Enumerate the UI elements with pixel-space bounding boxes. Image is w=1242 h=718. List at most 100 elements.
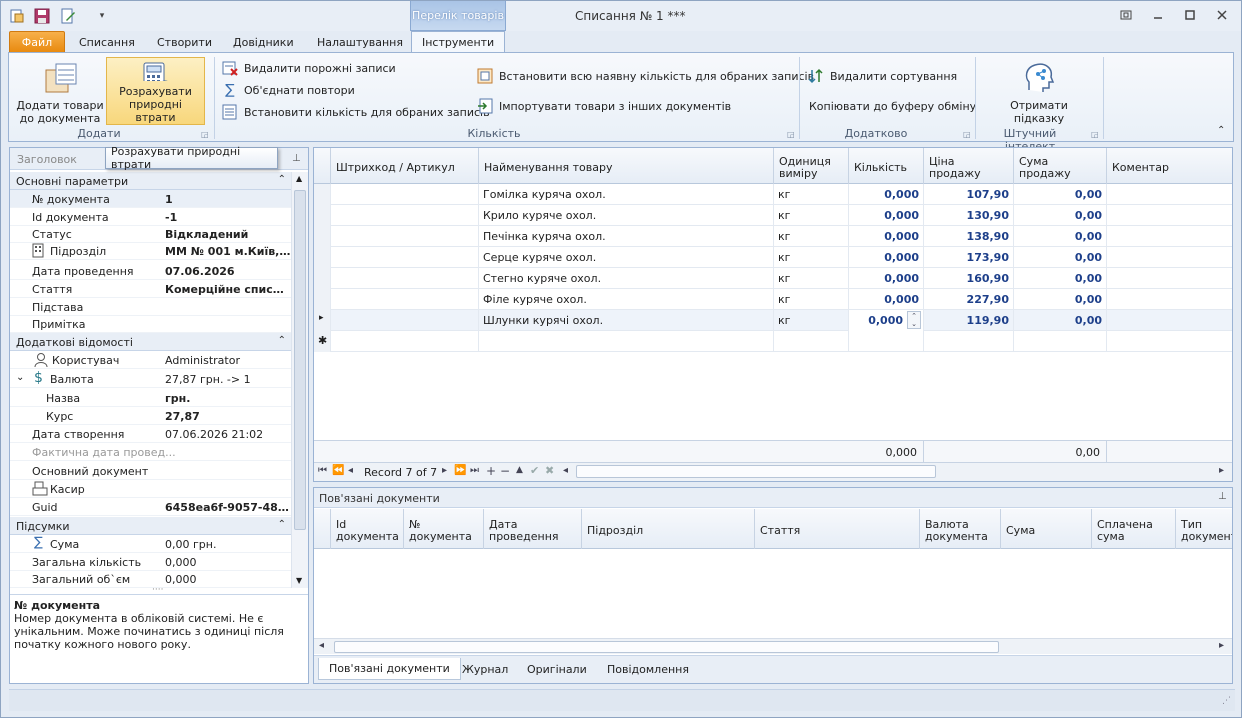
properties-scrollbar[interactable]: ▲ ▼	[291, 172, 308, 588]
prop-main-doc[interactable]: Основний документ	[10, 462, 291, 480]
col-post-date[interactable]: Дата проведення	[484, 509, 582, 549]
delete-record-icon[interactable]: −	[500, 464, 510, 478]
grid-cell[interactable]	[1107, 205, 1232, 226]
prop-basis[interactable]: Підстава	[10, 298, 291, 316]
first-record-icon[interactable]: ⏮	[318, 465, 327, 476]
cell-product-name[interactable]: Печінка куряча охол.	[479, 226, 774, 247]
group-extra-launcher-icon[interactable]: ◲	[963, 130, 971, 139]
qat-customize-icon[interactable]: ▾	[93, 7, 111, 25]
tab-settings[interactable]: Налаштування	[307, 31, 413, 53]
save-icon[interactable]	[33, 7, 51, 25]
quantity-editor-value[interactable]: 0,000	[868, 314, 903, 327]
col-quantity[interactable]: Кількість	[849, 148, 924, 184]
category-main[interactable]: Основні параметри ⌃	[10, 172, 291, 190]
col-barcode[interactable]: Штрихкод / Артикул	[331, 148, 479, 184]
group-quantity-launcher-icon[interactable]: ◲	[787, 130, 795, 139]
cell-product-name[interactable]: Шлунки курячі охол.	[479, 310, 774, 331]
cell-quantity[interactable]: 0,000	[849, 226, 924, 247]
tab-file[interactable]: Файл	[9, 31, 65, 53]
edit-record-icon[interactable]: ▲	[516, 465, 523, 475]
prop-guid[interactable]: Guid 6458ea6f-9057-48bd-...	[10, 498, 291, 516]
grid-cell[interactable]	[1107, 184, 1232, 205]
col-sum[interactable]: Сума продажу	[1014, 148, 1107, 184]
grid-cell[interactable]	[331, 331, 479, 352]
grid-cell[interactable]	[479, 331, 774, 352]
prop-currency[interactable]: ⌄ $ Валюта 27,87 грн. -> 1	[10, 370, 291, 388]
cell-price[interactable]: 138,90	[924, 226, 1014, 247]
chevron-down-icon[interactable]: ⌄	[16, 372, 24, 383]
grid-cell[interactable]	[1107, 310, 1232, 331]
table-row[interactable]: Гомілка куряча охол. кг 0,000 107,90 0,00	[314, 184, 1232, 205]
cell-price[interactable]: 173,90	[924, 247, 1014, 268]
prop-note[interactable]: Примітка	[10, 315, 291, 333]
grid-cell[interactable]	[331, 205, 479, 226]
delete-sorting-button[interactable]: Видалити сортування	[808, 66, 957, 86]
grid-cell[interactable]	[849, 331, 924, 352]
new-row[interactable]: ✱	[314, 331, 1232, 352]
col-doc-number[interactable]: № документа	[404, 509, 484, 549]
collapse-ribbon-icon[interactable]: ⌃	[1217, 125, 1225, 136]
calc-natural-losses-button[interactable]: Розрахувати природні втрати	[106, 57, 205, 125]
set-qty-selected-button[interactable]: Встановити кількість для обраних записів	[222, 102, 490, 122]
add-record-icon[interactable]: +	[486, 464, 496, 478]
table-row[interactable]: Крило куряче охол. кг 0,000 130,90 0,00	[314, 205, 1232, 226]
group-ai-launcher-icon[interactable]: ◲	[1091, 130, 1099, 139]
cell-sum[interactable]: 0,00	[1014, 226, 1107, 247]
col-amount[interactable]: Сума	[1001, 509, 1092, 549]
col-doc-type[interactable]: Тип документа	[1176, 509, 1232, 549]
cell-unit[interactable]: кг	[774, 310, 849, 331]
prop-total-qty[interactable]: Загальна кількість 0,000	[10, 553, 291, 571]
grid-cell[interactable]	[331, 247, 479, 268]
horizontal-scroll-thumb[interactable]	[576, 465, 936, 478]
prop-total-volume[interactable]: Загальний об`єм 0,000	[10, 570, 291, 588]
cell-sum[interactable]: 0,00	[1014, 310, 1107, 331]
scroll-left-icon[interactable]: ◂	[319, 640, 324, 651]
category-extra[interactable]: Додаткові відомості ⌃	[10, 333, 291, 351]
table-row[interactable]: Серце куряче охол. кг 0,000 173,90 0,00	[314, 247, 1232, 268]
tab-references[interactable]: Довідники	[223, 31, 304, 53]
table-row[interactable]: Стегно куряче охол. кг 0,000 160,90 0,00	[314, 268, 1232, 289]
delete-empty-records-button[interactable]: Видалити порожні записи	[222, 58, 396, 78]
cell-quantity[interactable]: 0,000	[849, 268, 924, 289]
scroll-down-icon[interactable]: ▼	[296, 576, 302, 585]
tab-originals[interactable]: Оригінали	[517, 658, 597, 680]
cell-product-name[interactable]: Гомілка куряча охол.	[479, 184, 774, 205]
pin-icon[interactable]: ⊥	[1218, 491, 1227, 502]
prop-user[interactable]: Користувач Administrator	[10, 351, 291, 369]
prop-article[interactable]: Стаття Комерційне списанн...	[10, 280, 291, 298]
scroll-left-icon[interactable]: ◂	[563, 465, 568, 476]
grid-cell[interactable]	[774, 331, 849, 352]
app-icon[interactable]	[8, 7, 26, 25]
prev-page-icon[interactable]: ⏪	[332, 465, 344, 476]
grid-cell[interactable]	[331, 184, 479, 205]
prop-currency-name[interactable]: Назва грн.	[10, 389, 291, 407]
cell-quantity[interactable]: ⌃ ⌄ 0,000	[849, 310, 924, 331]
cancel-edit-icon[interactable]: ✖	[545, 464, 554, 477]
scroll-thumb[interactable]	[294, 190, 306, 530]
cell-unit[interactable]: кг	[774, 289, 849, 310]
cell-price[interactable]: 227,90	[924, 289, 1014, 310]
edit-document-icon[interactable]	[59, 7, 77, 25]
prop-doc-id[interactable]: Id документа -1	[10, 208, 291, 226]
tab-linked-documents[interactable]: Пов'язані документи	[318, 658, 461, 680]
grid-cell[interactable]	[331, 289, 479, 310]
prop-doc-number[interactable]: № документа 1	[10, 190, 291, 208]
cell-unit[interactable]: кг	[774, 184, 849, 205]
cell-product-name[interactable]: Серце куряче охол.	[479, 247, 774, 268]
cell-sum[interactable]: 0,00	[1014, 205, 1107, 226]
next-page-icon[interactable]: ⏩	[454, 465, 466, 476]
close-icon[interactable]	[1211, 6, 1233, 24]
fullscreen-icon[interactable]	[1115, 6, 1137, 24]
quantity-spin-icon[interactable]: ⌃ ⌄	[907, 311, 921, 329]
tab-tools[interactable]: Інструменти	[411, 31, 506, 53]
cell-unit[interactable]: кг	[774, 268, 849, 289]
grid-cell[interactable]	[331, 310, 479, 331]
cell-price[interactable]: 119,90	[924, 310, 1014, 331]
category-totals[interactable]: Підсумки ⌃	[10, 517, 291, 535]
prop-cashier[interactable]: Касир	[10, 480, 291, 498]
cell-sum[interactable]: 0,00	[1014, 184, 1107, 205]
prop-actual-date[interactable]: Фактична дата провед...	[10, 443, 291, 461]
prev-record-icon[interactable]: ◂	[348, 465, 353, 476]
col-name[interactable]: Найменування товару	[479, 148, 774, 184]
prop-rate[interactable]: Курс 27,87	[10, 407, 291, 425]
